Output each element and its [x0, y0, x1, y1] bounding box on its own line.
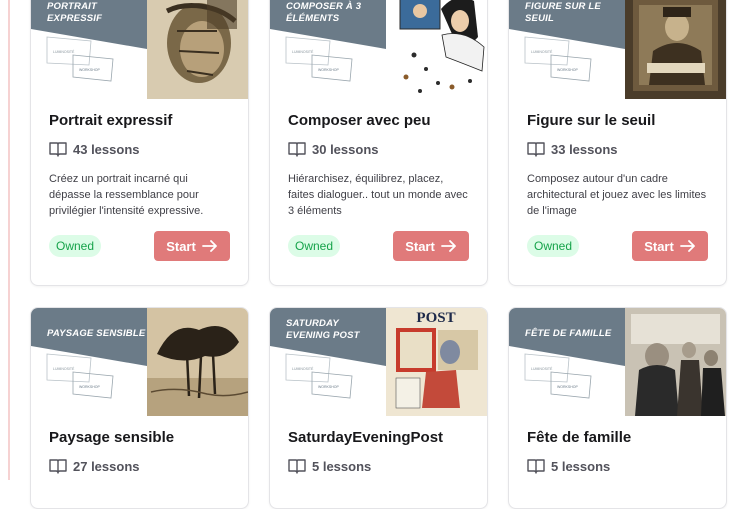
workshop-logo: LUMINOSITÉ WORKSHOP [524, 353, 592, 399]
course-card-portrait-expressif[interactable]: PORTRAIT EXPRESSIF LUMINOSITÉ WORKSHOP P… [30, 0, 249, 286]
lesson-count: 5 lessons [551, 458, 611, 474]
thumbnail-label: PORTRAIT EXPRESSIF [47, 1, 103, 24]
thumbnail-label: COMPOSER À 3 ÉLÉMENTS [286, 1, 362, 24]
start-label: Start [405, 238, 435, 254]
lesson-count-row: 33 lessons [527, 139, 708, 159]
card-actions: Owned Start [288, 231, 469, 261]
book-icon [288, 459, 306, 474]
course-thumbnail: PORTRAIT EXPRESSIF LUMINOSITÉ WORKSHOP [31, 0, 248, 99]
workshop-logo: LUMINOSITÉ WORKSHOP [524, 36, 592, 82]
workshop-logo: LUMINOSITÉ WORKSHOP [285, 353, 353, 399]
artwork-portrait-image [147, 0, 248, 99]
card-actions: Owned Start [49, 231, 230, 261]
course-thumbnail: FIGURE SUR LE SEUIL LUMINOSITÉ WORKSHOP [509, 0, 726, 99]
lesson-count: 33 lessons [551, 141, 618, 157]
book-icon [288, 142, 306, 157]
artwork-composition-image [386, 0, 487, 99]
course-description: Hiérarchisez, équilibrez, placez, faites… [288, 173, 468, 217]
workshop-logo: LUMINOSITÉ WORKSHOP [46, 353, 114, 399]
course-thumbnail: SATURDAY EVENING POST LUMINOSITÉ WORKSHO… [270, 308, 487, 416]
course-description: Composez autour d'un cadre architectural… [527, 173, 707, 217]
logo-line2: WORKSHOP [79, 385, 100, 389]
start-label: Start [644, 238, 674, 254]
lesson-count-row: 30 lessons [288, 139, 469, 159]
course-title: SaturdayEveningPost [288, 429, 444, 446]
course-title: Paysage sensible [49, 429, 175, 446]
logo-line2: WORKSHOP [557, 68, 578, 72]
arrow-right-icon [201, 240, 217, 252]
lesson-count: 30 lessons [312, 141, 379, 157]
logo-line1: LUMINOSITÉ [531, 366, 553, 371]
book-icon [49, 142, 67, 157]
course-thumbnail: FÊTE DE FAMILLE LUMINOSITÉ WORKSHOP [509, 308, 726, 416]
page-edge-line [8, 0, 10, 480]
card-actions: Owned Start [527, 231, 708, 261]
book-icon [527, 142, 545, 157]
thumbnail-label: FIGURE SUR LE SEUIL [525, 1, 601, 24]
course-title: Fête de famille [527, 429, 632, 446]
lesson-count: 5 lessons [312, 458, 372, 474]
book-icon [527, 459, 545, 474]
logo-line1: LUMINOSITÉ [292, 366, 314, 371]
logo-line1: LUMINOSITÉ [53, 366, 75, 371]
start-label: Start [166, 238, 196, 254]
artwork-landscape-image [147, 308, 248, 416]
lesson-count-row: 5 lessons [288, 456, 469, 476]
thumbnail-label: SATURDAY EVENING POST [286, 318, 360, 341]
course-title: Figure sur le seuil [527, 112, 656, 129]
lesson-count: 43 lessons [73, 141, 140, 157]
start-button[interactable]: Start [393, 231, 469, 261]
course-card-paysage-sensible[interactable]: PAYSAGE SENSIBLE LUMINOSITÉ WORKSHOP Pay… [30, 307, 249, 509]
course-thumbnail: PAYSAGE SENSIBLE LUMINOSITÉ WORKSHOP [31, 308, 248, 416]
arrow-right-icon [679, 240, 695, 252]
magazine-masthead: POST [416, 310, 455, 326]
course-card-composer-avec-peu[interactable]: COMPOSER À 3 ÉLÉMENTS LUMINOSITÉ WORKSHO… [269, 0, 488, 286]
workshop-logo: LUMINOSITÉ WORKSHOP [285, 36, 353, 82]
logo-line1: LUMINOSITÉ [292, 49, 314, 54]
start-button[interactable]: Start [154, 231, 230, 261]
artwork-magazine-cover-image: POST [386, 308, 487, 416]
course-card-fete-de-famille[interactable]: FÊTE DE FAMILLE LUMINOSITÉ WORKSHOP Fête… [508, 307, 727, 509]
course-thumbnail: COMPOSER À 3 ÉLÉMENTS LUMINOSITÉ WORKSHO… [270, 0, 487, 99]
start-button[interactable]: Start [632, 231, 708, 261]
course-card-figure-sur-le-seuil[interactable]: FIGURE SUR LE SEUIL LUMINOSITÉ WORKSHOP … [508, 0, 727, 286]
lesson-count-row: 5 lessons [527, 456, 708, 476]
thumbnail-label: PAYSAGE SENSIBLE [47, 328, 146, 339]
artwork-family-party-image [625, 308, 726, 416]
course-description: Créez un portrait incarné qui dépasse la… [49, 173, 204, 217]
owned-badge: Owned [527, 235, 580, 257]
thumbnail-label: FÊTE DE FAMILLE [525, 328, 612, 339]
logo-line1: LUMINOSITÉ [531, 49, 553, 54]
arrow-right-icon [440, 240, 456, 252]
owned-badge: Owned [49, 235, 102, 257]
workshop-logo: LUMINOSITÉ WORKSHOP [46, 36, 114, 82]
logo-line2: WORKSHOP [318, 68, 339, 72]
course-title: Composer avec peu [288, 112, 431, 129]
logo-line2: WORKSHOP [318, 385, 339, 389]
course-title: Portrait expressif [49, 112, 173, 129]
logo-line2: WORKSHOP [557, 385, 578, 389]
logo-line2: WORKSHOP [79, 68, 100, 72]
logo-line1: LUMINOSITÉ [53, 49, 75, 54]
course-card-saturday-evening-post[interactable]: SATURDAY EVENING POST LUMINOSITÉ WORKSHO… [269, 307, 488, 509]
lesson-count: 27 lessons [73, 458, 140, 474]
owned-badge: Owned [288, 235, 341, 257]
lesson-count-row: 43 lessons [49, 139, 230, 159]
book-icon [49, 459, 67, 474]
artwork-threshold-image [625, 0, 726, 99]
lesson-count-row: 27 lessons [49, 456, 230, 476]
